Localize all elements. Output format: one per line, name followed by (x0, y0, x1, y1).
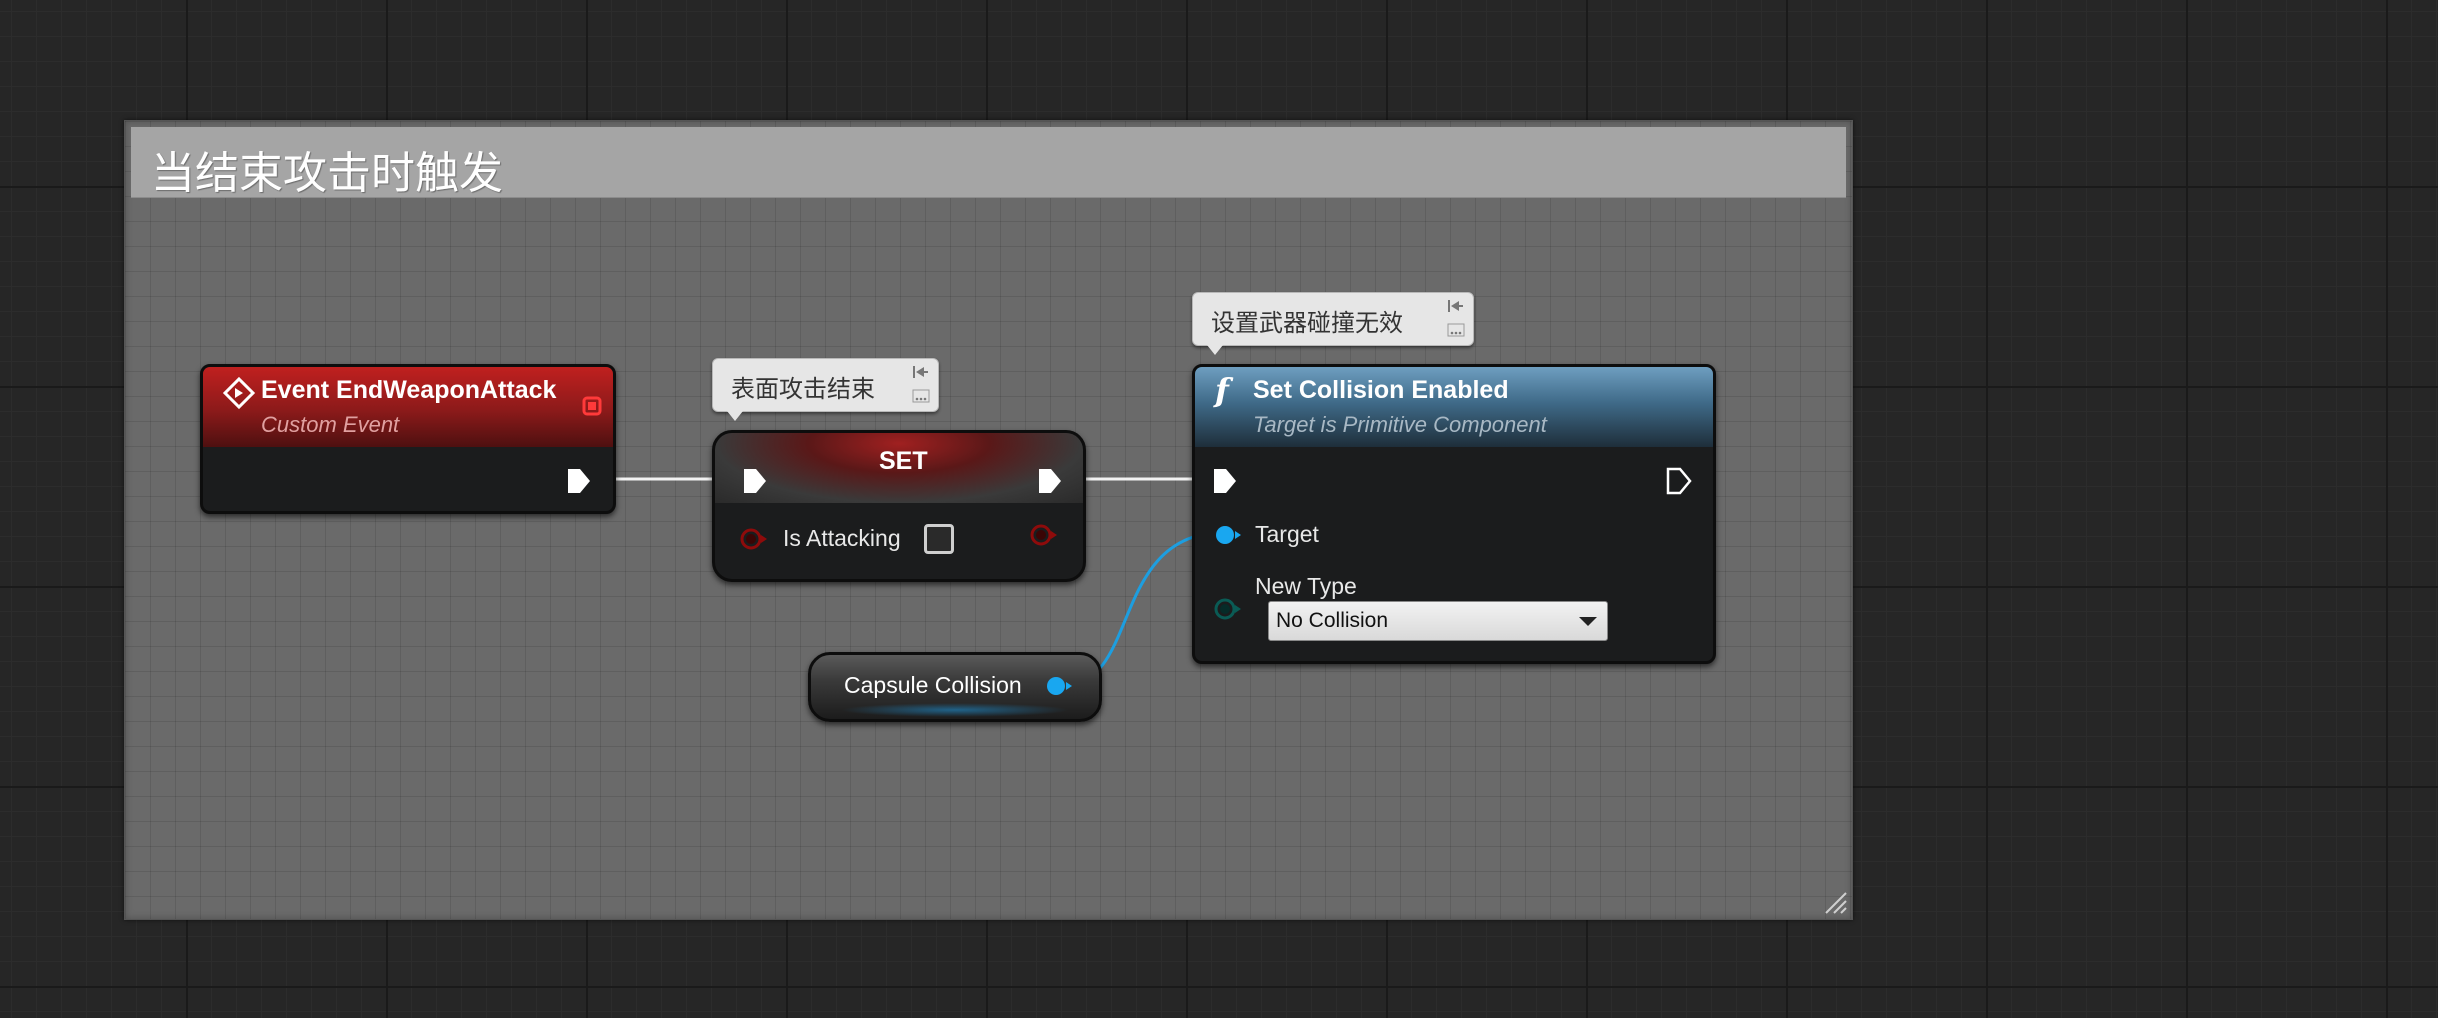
collision-node-title: Set Collision Enabled (1253, 376, 1509, 404)
function-icon: f (1213, 371, 1234, 409)
exec-in-pin-icon[interactable] (1211, 466, 1239, 496)
new-type-selected-value: No Collision (1276, 609, 1389, 632)
delegate-pin-icon[interactable] (581, 395, 603, 417)
bubble-tail (727, 411, 743, 421)
bool-out-pin-icon[interactable] (1029, 523, 1059, 547)
event-node-title: Event EndWeaponAttack (261, 376, 557, 404)
exec-out-pin-icon[interactable] (565, 466, 593, 496)
collision-node-subtitle: Target is Primitive Component (1253, 412, 1547, 437)
exec-out-pin-icon[interactable] (1036, 466, 1064, 496)
svg-text:f: f (1213, 371, 1234, 409)
blueprint-graph-canvas[interactable]: 当结束攻击时触发 Event EndWeaponAttack Custom Ev… (0, 0, 2438, 1018)
target-object-pin-icon[interactable] (1213, 523, 1243, 547)
object-out-pin-icon[interactable] (1044, 674, 1074, 698)
capsule-collision-label: Capsule Collision (844, 672, 1022, 698)
event-icon (222, 376, 256, 410)
is-attacking-checkbox[interactable] (924, 524, 954, 554)
capsule-collision-getter-node[interactable]: Capsule Collision (808, 652, 1102, 722)
bool-in-pin-icon[interactable] (739, 527, 769, 551)
is-attacking-label: Is Attacking (783, 525, 901, 551)
exec-in-pin-icon[interactable] (741, 466, 769, 496)
chevron-down-icon (1579, 617, 1597, 626)
expand-bubble-icon[interactable] (912, 389, 930, 403)
target-label: Target (1255, 521, 1319, 547)
set-is-attacking-node[interactable]: SET Is Attacking (712, 430, 1086, 582)
collision-node-comment-text: 设置武器碰撞无效 (1211, 309, 1403, 337)
new-type-label: New Type (1255, 573, 1357, 599)
event-node-subtitle: Custom Event (261, 412, 400, 437)
set-node-comment-text: 表面攻击结束 (731, 375, 875, 403)
set-node-comment-bubble[interactable]: 表面攻击结束 (712, 358, 939, 421)
pin-bubble-icon[interactable] (912, 364, 930, 380)
bubble-tail (1207, 345, 1223, 355)
expand-bubble-icon[interactable] (1447, 323, 1465, 337)
event-end-weapon-attack-node[interactable]: Event EndWeaponAttack Custom Event (200, 364, 616, 514)
new-type-dropdown[interactable]: No Collision (1268, 601, 1608, 641)
exec-out-pin-icon[interactable] (1665, 466, 1693, 496)
new-type-enum-pin-icon[interactable] (1213, 597, 1243, 621)
pin-bubble-icon[interactable] (1447, 298, 1465, 314)
collision-node-comment-bubble[interactable]: 设置武器碰撞无效 (1192, 292, 1474, 355)
set-node-title: SET (879, 447, 928, 475)
